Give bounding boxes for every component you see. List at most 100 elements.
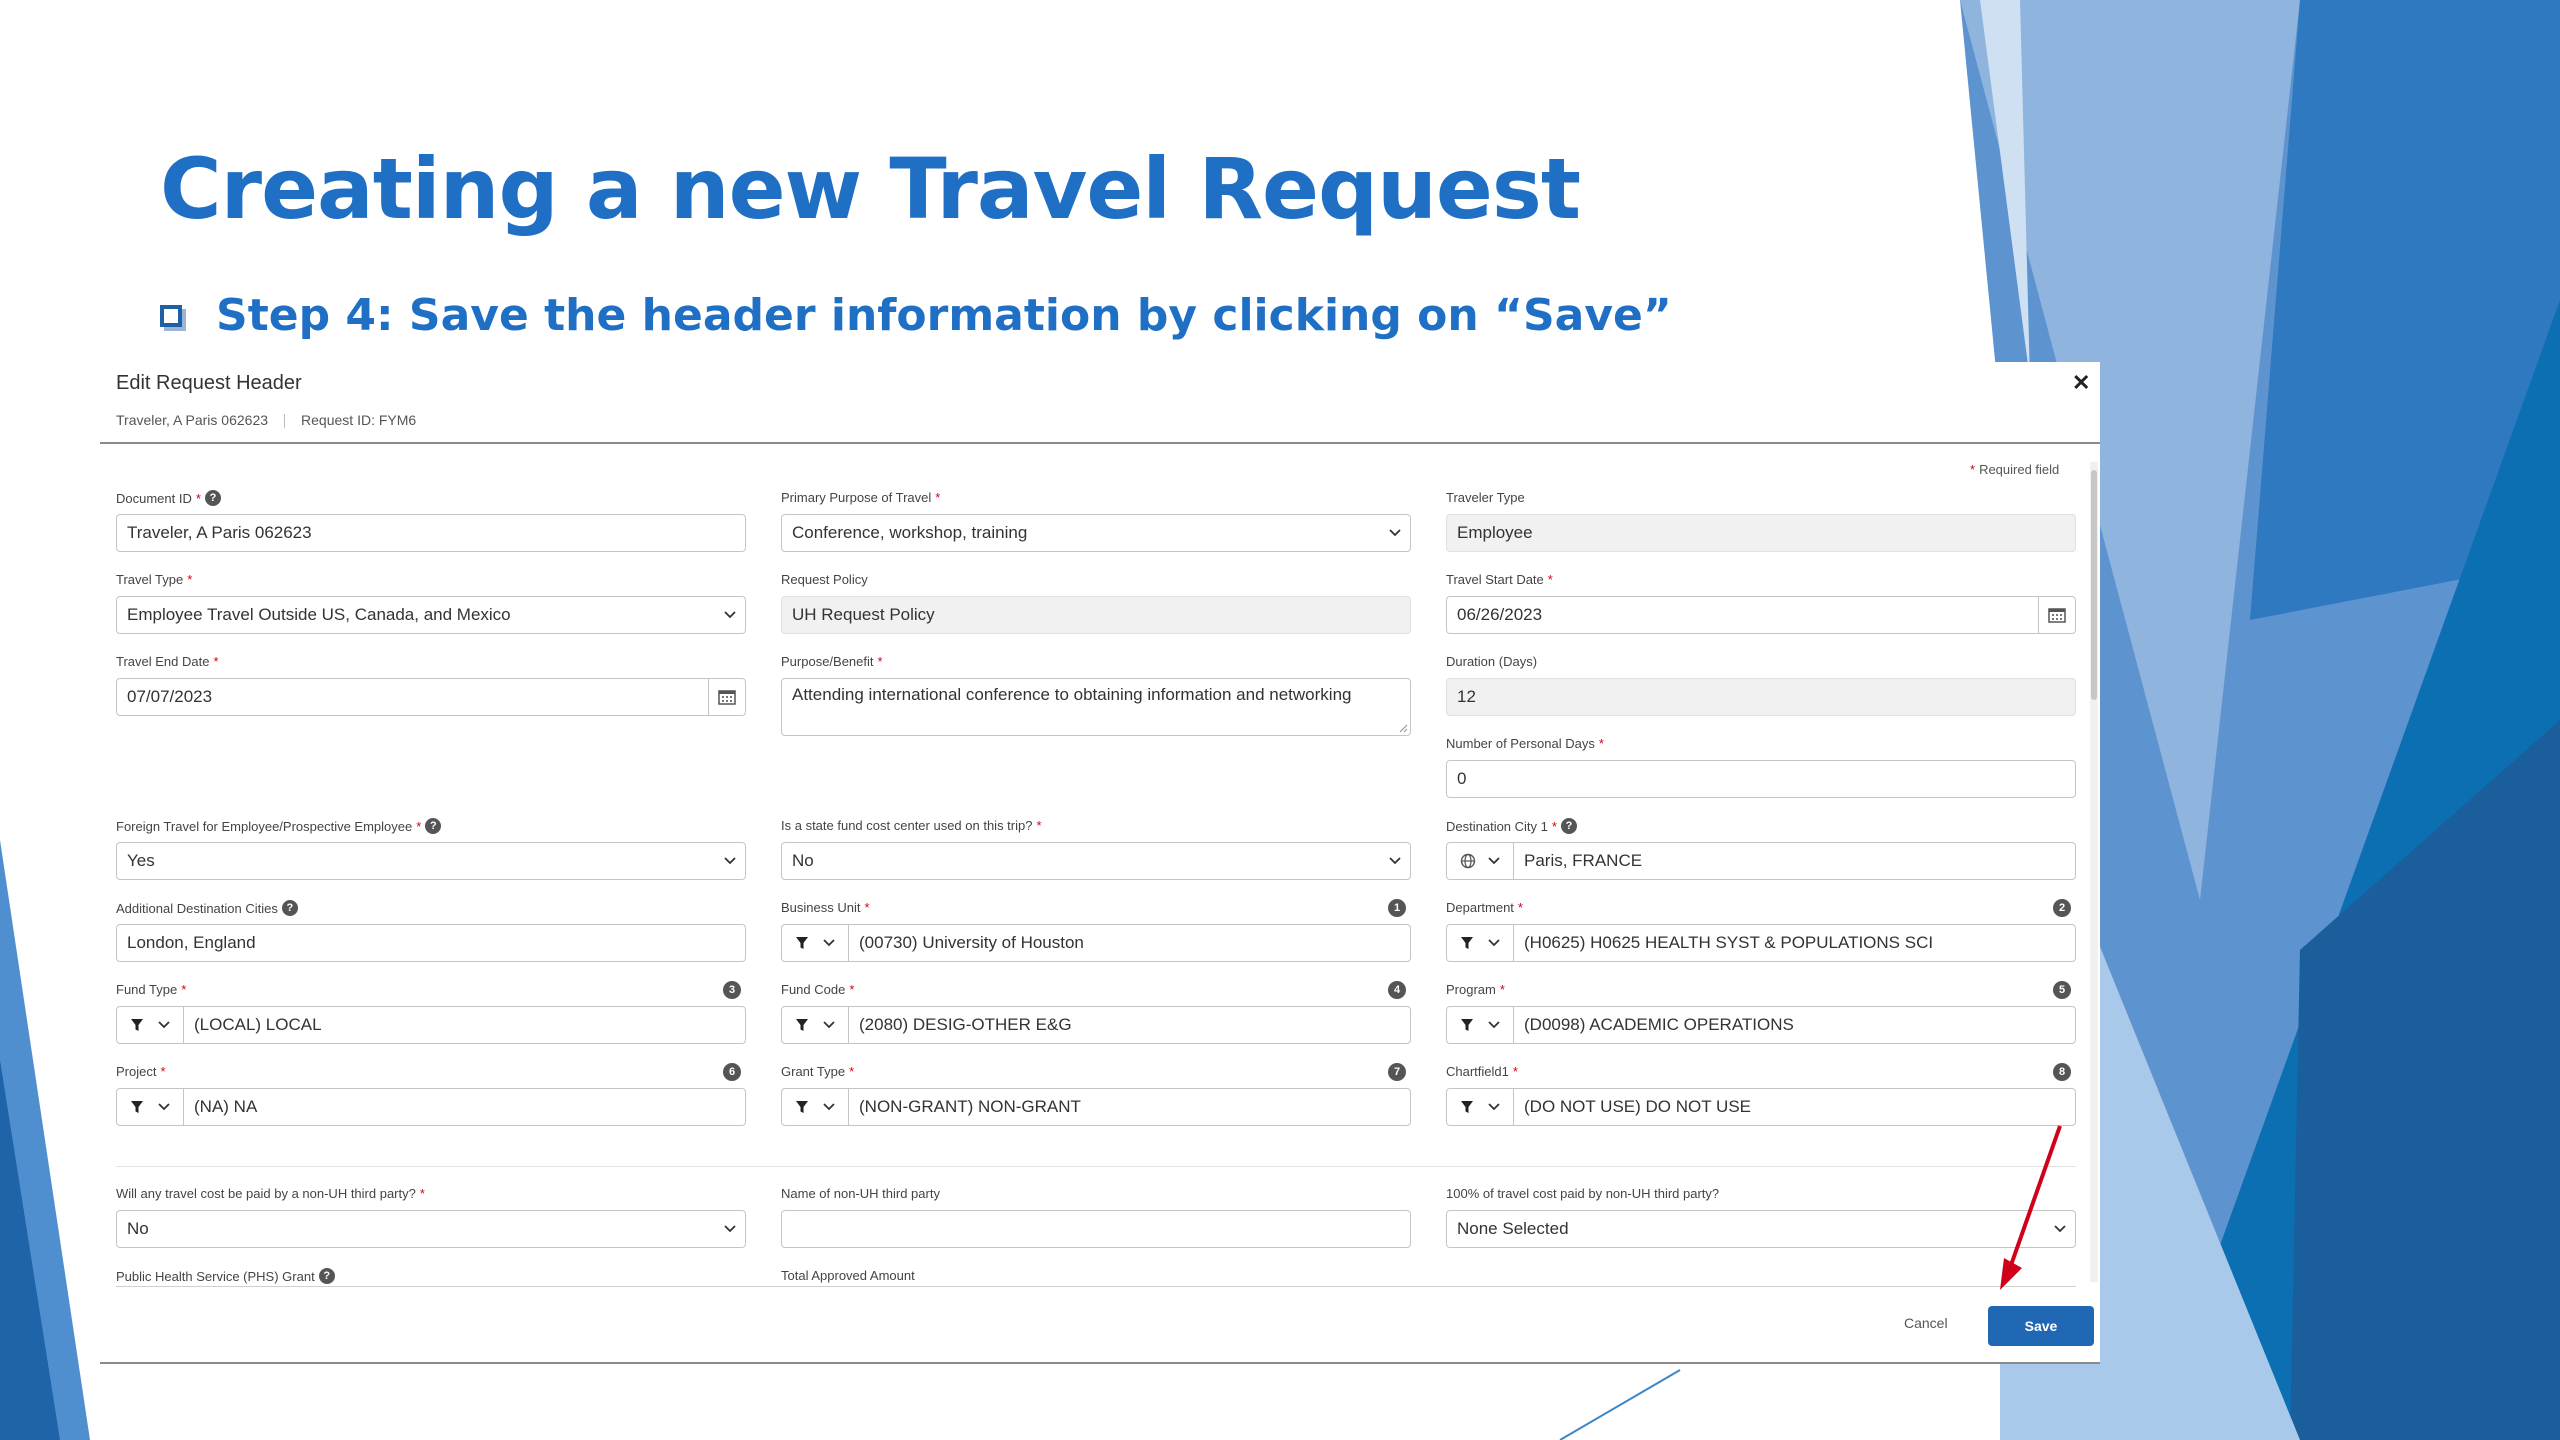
- chevron-down-icon: [1488, 939, 1500, 947]
- location-selector[interactable]: [1447, 843, 1514, 879]
- number-badge: 6: [723, 1063, 741, 1081]
- scrollbar-thumb[interactable]: [2091, 470, 2097, 700]
- program-label: Program *: [1446, 982, 1505, 997]
- calendar-icon[interactable]: [2038, 597, 2075, 633]
- filter-selector[interactable]: [1447, 925, 1514, 961]
- filter-icon: [1461, 937, 1474, 949]
- department-input[interactable]: (H0625) H0625 HEALTH SYST & POPULATIONS …: [1446, 924, 2076, 962]
- additional-cities-input[interactable]: London, England: [116, 924, 746, 962]
- required-field-note: * Required field: [1970, 462, 2060, 477]
- third-party-name-label: Name of non-UH third party: [781, 1186, 940, 1201]
- square-bullet-icon: [160, 304, 182, 327]
- slide-title: Creating a new Travel Request: [160, 140, 1581, 238]
- primary-purpose-label: Primary Purpose of Travel *: [781, 490, 941, 505]
- foreign-travel-label: Foreign Travel for Employee/Prospective …: [116, 818, 442, 834]
- number-badge: 1: [1388, 899, 1406, 917]
- fund-code-input[interactable]: (2080) DESIG-OTHER E&G: [781, 1006, 1411, 1044]
- filter-icon: [796, 937, 809, 949]
- project-label: Project *: [116, 1064, 166, 1079]
- destination-city-input[interactable]: Paris, FRANCE: [1446, 842, 2076, 880]
- help-icon[interactable]: ?: [1560, 818, 1577, 834]
- travel-type-select[interactable]: Employee Travel Outside US, Canada, and …: [116, 596, 746, 634]
- chevron-down-icon: [823, 1021, 835, 1029]
- business-unit-label: Business Unit *: [781, 900, 870, 915]
- filter-icon: [131, 1019, 144, 1031]
- chevron-down-icon: [715, 597, 745, 633]
- phs-grant-label: Public Health Service (PHS) Grant?: [116, 1268, 335, 1284]
- dialog-bottom-rule: [100, 1362, 2100, 1364]
- request-policy-field: UH Request Policy: [781, 596, 1411, 634]
- department-label: Department *: [1446, 900, 1523, 915]
- number-badge: 7: [1388, 1063, 1406, 1081]
- help-icon[interactable]: ?: [318, 1268, 335, 1284]
- globe-icon: [1460, 853, 1475, 869]
- travel-end-date-input[interactable]: 07/07/2023: [116, 678, 746, 716]
- third-party-full-select[interactable]: None Selected: [1446, 1210, 2076, 1248]
- filter-selector[interactable]: [117, 1007, 184, 1043]
- chevron-down-icon: [1380, 843, 1410, 879]
- fund-code-label: Fund Code *: [781, 982, 855, 997]
- filter-icon: [131, 1101, 144, 1113]
- section-divider: [116, 1166, 2076, 1167]
- red-arrow-annotation: [2000, 1125, 2062, 1290]
- duration-label: Duration (Days): [1446, 654, 1538, 669]
- personal-days-input[interactable]: 0: [1446, 760, 2076, 798]
- close-icon[interactable]: ✕: [2072, 370, 2090, 396]
- header-divider: [100, 442, 2100, 444]
- grant-type-input[interactable]: (NON-GRANT) NON-GRANT: [781, 1088, 1411, 1126]
- primary-purpose-select[interactable]: Conference, workshop, training: [781, 514, 1411, 552]
- request-policy-label: Request Policy: [781, 572, 868, 587]
- traveler-name: Traveler, A Paris 062623: [116, 412, 269, 428]
- chartfield1-input[interactable]: (DO NOT USE) DO NOT USE: [1446, 1088, 2076, 1126]
- help-icon[interactable]: ?: [281, 900, 298, 916]
- business-unit-input[interactable]: (00730) University of Houston: [781, 924, 1411, 962]
- third-party-full-label: 100% of travel cost paid by non-UH third…: [1446, 1186, 1720, 1201]
- travel-start-date-label: Travel Start Date *: [1446, 572, 1553, 587]
- chevron-down-icon: [158, 1021, 170, 1029]
- filter-icon: [1461, 1101, 1474, 1113]
- state-fund-select[interactable]: No: [781, 842, 1411, 880]
- third-party-name-input[interactable]: [781, 1210, 1411, 1248]
- filter-icon: [796, 1019, 809, 1031]
- total-approved-label: Total Approved Amount: [781, 1268, 915, 1283]
- step-bullet: Step 4: Save the header information by c…: [160, 290, 1672, 341]
- program-input[interactable]: (D0098) ACADEMIC OPERATIONS: [1446, 1006, 2076, 1044]
- dialog-scrollbar[interactable]: [2090, 462, 2098, 1282]
- filter-icon: [1461, 1019, 1474, 1031]
- number-badge: 2: [2053, 899, 2071, 917]
- travel-start-date-input[interactable]: 06/26/2023: [1446, 596, 2076, 634]
- calendar-icon[interactable]: [708, 679, 745, 715]
- filter-selector[interactable]: [782, 1007, 849, 1043]
- step-text: Step 4: Save the header information by c…: [216, 290, 1672, 341]
- filter-selector[interactable]: [1447, 1007, 1514, 1043]
- duration-field: 12: [1446, 678, 2076, 716]
- save-button[interactable]: Save: [1988, 1306, 2094, 1346]
- chevron-down-icon: [1380, 515, 1410, 551]
- fund-type-input[interactable]: (LOCAL) LOCAL: [116, 1006, 746, 1044]
- additional-cities-label: Additional Destination Cities?: [116, 900, 298, 916]
- chartfield1-label: Chartfield1 *: [1446, 1064, 1518, 1079]
- help-icon[interactable]: ?: [204, 490, 221, 506]
- traveler-type-label: Traveler Type: [1446, 490, 1525, 505]
- filter-selector[interactable]: [782, 1089, 849, 1125]
- chevron-down-icon: [823, 939, 835, 947]
- document-id-label: Document ID *?: [116, 490, 221, 506]
- traveler-type-field: Employee: [1446, 514, 2076, 552]
- filter-selector[interactable]: [1447, 1089, 1514, 1125]
- purpose-benefit-textarea[interactable]: Attending international conference to ob…: [781, 678, 1411, 736]
- filter-selector[interactable]: [117, 1089, 184, 1125]
- personal-days-label: Number of Personal Days *: [1446, 736, 1604, 751]
- foreign-travel-select[interactable]: Yes: [116, 842, 746, 880]
- chevron-down-icon: [1488, 1103, 1500, 1111]
- number-badge: 5: [2053, 981, 2071, 999]
- project-input[interactable]: (NA) NA: [116, 1088, 746, 1126]
- cancel-button[interactable]: Cancel: [1904, 1315, 1948, 1331]
- chevron-down-icon: [715, 843, 745, 879]
- number-badge: 3: [723, 981, 741, 999]
- help-icon[interactable]: ?: [425, 818, 442, 834]
- travel-end-date-label: Travel End Date *: [116, 654, 219, 669]
- document-id-input[interactable]: Traveler, A Paris 062623: [116, 514, 746, 552]
- third-party-paid-select[interactable]: No: [116, 1210, 746, 1248]
- filter-selector[interactable]: [782, 925, 849, 961]
- resize-grip-icon[interactable]: [1398, 723, 1408, 733]
